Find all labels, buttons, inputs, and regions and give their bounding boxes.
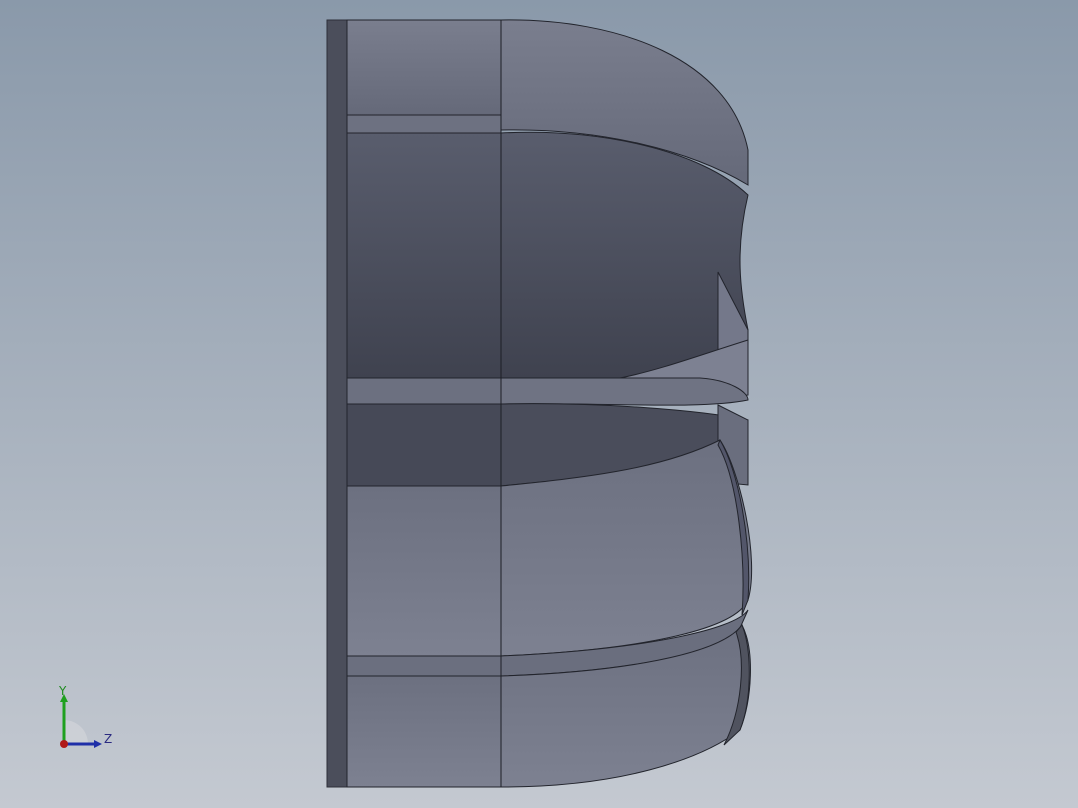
triad-origin-icon — [60, 740, 68, 748]
model-gap-3 — [346, 655, 502, 677]
triad-z-label: Z — [104, 732, 112, 746]
model-curved-lobe-upper — [500, 131, 749, 379]
triad-y-label: Y — [58, 684, 67, 698]
model-back-plate — [326, 19, 348, 788]
graphics-viewport[interactable]: Y Z — [0, 0, 1078, 808]
model-section-bottom — [346, 675, 502, 788]
model-section-lower — [346, 485, 502, 657]
triad-quadrant-shade — [64, 720, 88, 744]
model-section-lower-dark — [346, 403, 502, 487]
model-view[interactable] — [0, 0, 1078, 808]
model-section-upper — [346, 132, 502, 379]
triad-z-arrow-icon — [94, 740, 102, 748]
model-gap-2-curve — [500, 377, 749, 406]
model-gap-2 — [346, 377, 502, 405]
model-section-top — [346, 19, 502, 116]
reference-triad: Y Z — [58, 684, 112, 748]
model-gap-1 — [346, 114, 502, 134]
